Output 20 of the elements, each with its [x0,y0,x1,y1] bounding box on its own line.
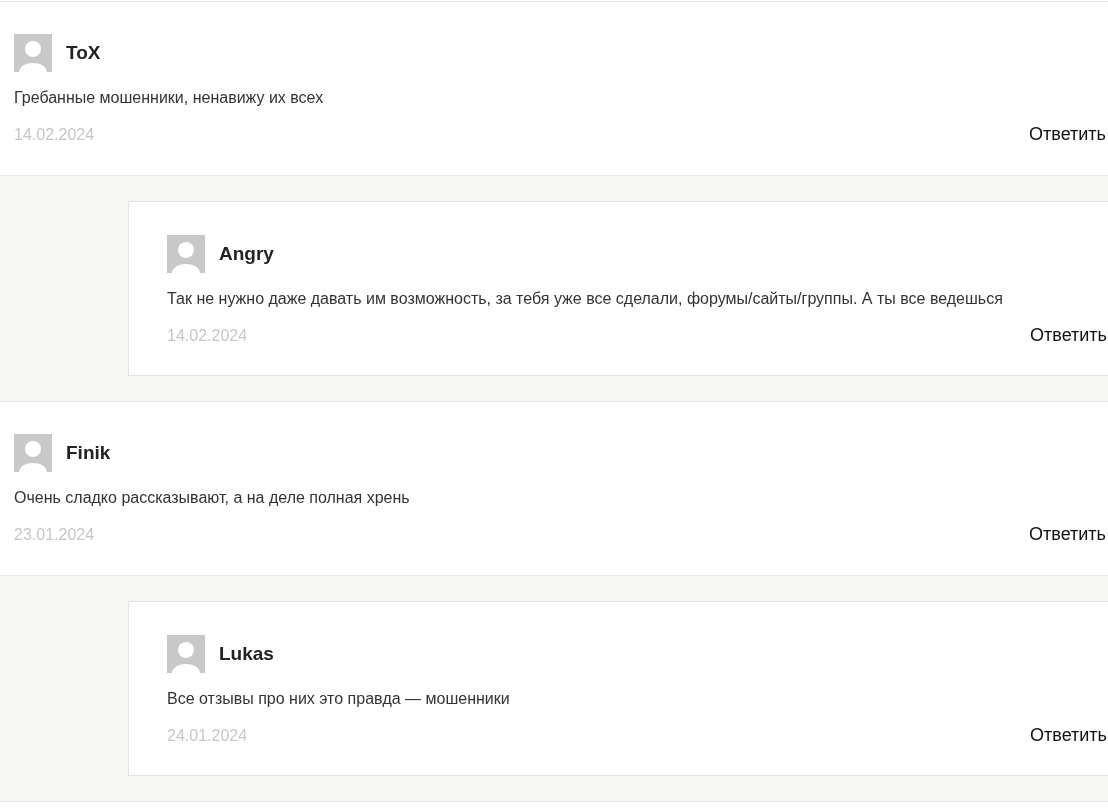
comment-text: Очень сладко рассказывают, а на деле полная хрень [14,488,411,508]
reply-link[interactable]: Ответить [1029,524,1106,545]
author-name: Angry [219,243,274,265]
comment-text: Так не нужно даже давать им возможность, за тебя уже все сделали, форумы/сайты/группы. А ты все ведешься [167,289,1004,309]
reply-link[interactable]: Ответить [1029,124,1106,145]
comment-text: Гребанные мошенники, ненавижу их всех [14,88,325,108]
comment-date: 24.01.2024 [167,726,248,745]
comment-text: Все отзывы про них это правда — мошенники [167,689,511,709]
reply-link[interactable]: Ответить [1030,325,1107,346]
author-name: Finik [66,442,111,464]
comment-date: 23.01.2024 [14,525,95,544]
avatar-icon [167,635,205,673]
author-name: Lukas [219,643,274,665]
avatar-icon [14,434,52,472]
avatar-icon [14,34,52,72]
comment-date: 14.02.2024 [167,326,248,345]
author-name: ToX [66,42,101,64]
comment-date: 14.02.2024 [14,125,95,144]
avatar-icon [167,235,205,273]
reply-link[interactable]: Ответить [1030,725,1107,746]
